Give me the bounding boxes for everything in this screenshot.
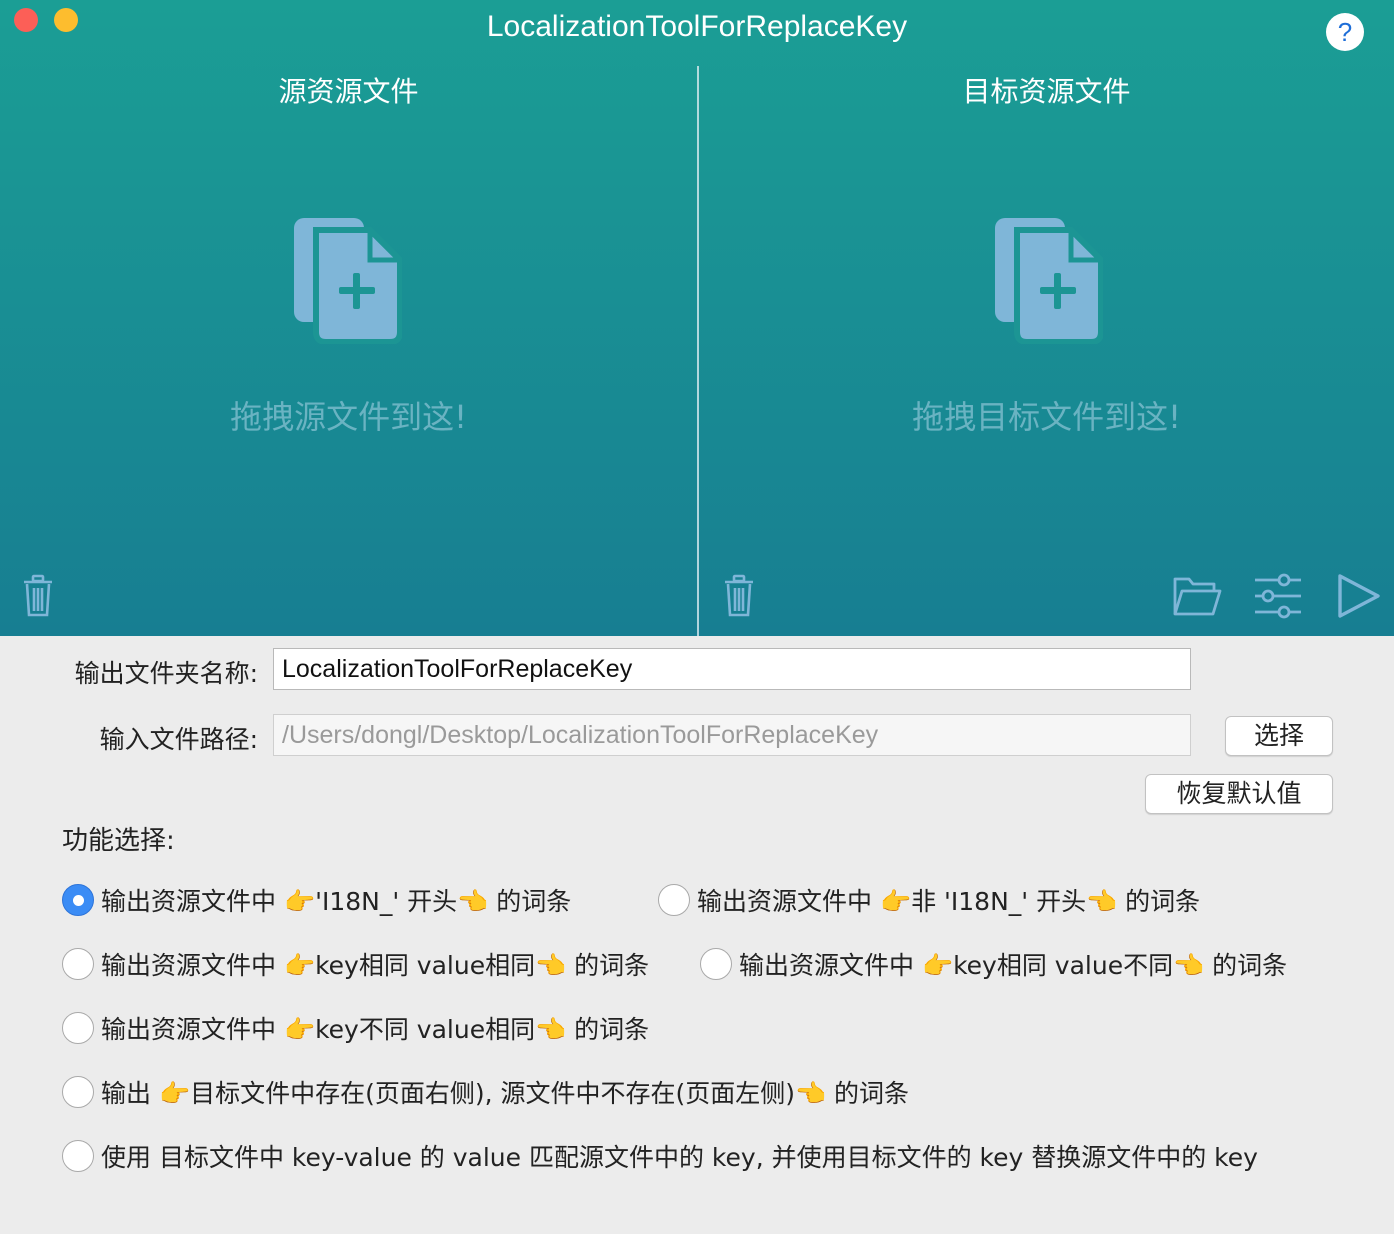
radio-button[interactable]: [62, 884, 94, 916]
play-icon[interactable]: [1336, 572, 1382, 620]
function-option-label: 使用 目标文件中 key-value 的 value 匹配源文件中的 key, …: [101, 1143, 1258, 1172]
window-title: LocalizationToolForReplaceKey: [486, 10, 908, 43]
folder-icon[interactable]: [1172, 574, 1222, 618]
radio-button[interactable]: [62, 948, 94, 980]
function-option-5[interactable]: 输出资源文件中 👉key不同 value相同👈 的词条: [62, 1010, 649, 1046]
function-option-label: 输出资源文件中 👉key相同 value相同👈 的词条: [101, 951, 650, 980]
function-option-6[interactable]: 输出 👉目标文件中存在(页面右侧), 源文件中不存在(页面左侧)👈 的词条: [62, 1074, 909, 1110]
add-file-icon[interactable]: [292, 218, 402, 344]
function-option-label: 输出资源文件中 👉key不同 value相同👈 的词条: [101, 1015, 650, 1044]
output-folder-input[interactable]: [273, 648, 1191, 690]
radio-button[interactable]: [62, 1012, 94, 1044]
function-option-label: 输出 👉目标文件中存在(页面右侧), 源文件中不存在(页面左侧)👈 的词条: [101, 1079, 910, 1108]
add-file-icon[interactable]: [993, 218, 1103, 344]
input-path-label: 输入文件路径:: [99, 725, 258, 754]
reset-default-button[interactable]: 恢复默认值: [1145, 774, 1333, 814]
radio-button[interactable]: [62, 1140, 94, 1172]
source-panel-title: 源资源文件: [278, 75, 419, 108]
function-option-label: 输出资源文件中 👉非 'I18N_' 开头👈 的词条: [697, 887, 1201, 916]
source-drop-hint: 拖拽源文件到这!: [230, 398, 467, 436]
output-folder-label: 输出文件夹名称:: [74, 659, 258, 688]
trash-icon[interactable]: [723, 574, 755, 618]
sliders-icon[interactable]: [1253, 572, 1303, 620]
trash-icon[interactable]: [22, 574, 54, 618]
function-option-4[interactable]: 输出资源文件中 👉key相同 value不同👈 的词条: [700, 946, 1287, 982]
panel-divider: [697, 66, 699, 636]
function-option-2[interactable]: 输出资源文件中 👉非 'I18N_' 开头👈 的词条: [658, 882, 1200, 918]
radio-button[interactable]: [700, 948, 732, 980]
function-option-label: 输出资源文件中 👉'I18N_' 开头👈 的词条: [101, 887, 572, 916]
choose-button[interactable]: 选择: [1225, 716, 1333, 756]
target-panel-title: 目标资源文件: [962, 75, 1131, 108]
target-drop-hint: 拖拽目标文件到这!: [912, 398, 1181, 436]
help-button[interactable]: ?: [1326, 13, 1364, 51]
function-option-7[interactable]: 使用 目标文件中 key-value 的 value 匹配源文件中的 key, …: [62, 1138, 1258, 1174]
function-option-label: 输出资源文件中 👉key相同 value不同👈 的词条: [739, 951, 1288, 980]
drop-zone-area: LocalizationToolForReplaceKey ? 源资源文件 目标…: [0, 0, 1394, 636]
radio-button[interactable]: [62, 1076, 94, 1108]
radio-button[interactable]: [658, 884, 690, 916]
function-option-3[interactable]: 输出资源文件中 👉key相同 value相同👈 的词条: [62, 946, 649, 982]
function-select-label: 功能选择:: [62, 826, 175, 856]
input-path-input[interactable]: [273, 714, 1191, 756]
function-option-1[interactable]: 输出资源文件中 👉'I18N_' 开头👈 的词条: [62, 882, 571, 918]
